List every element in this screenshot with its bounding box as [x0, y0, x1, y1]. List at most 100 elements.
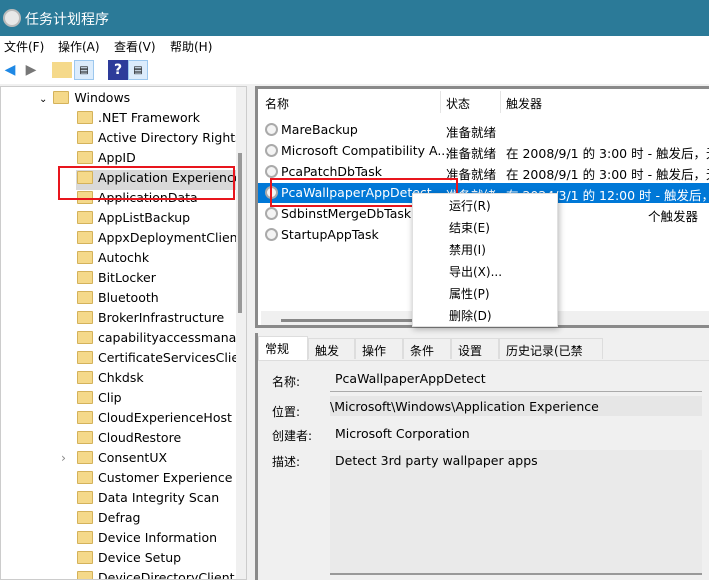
- clock-icon: [3, 9, 21, 27]
- folder-tree: ⌄ Windows .NET Framework Active Directory …: [0, 86, 247, 580]
- tree-item[interactable]: Defrag: [76, 510, 146, 530]
- menu-action[interactable]: 操作(A): [58, 38, 100, 55]
- tree-item[interactable]: AppID: [76, 150, 142, 170]
- tree-item[interactable]: BrokerInfrastructure: [76, 310, 230, 330]
- folder-icon: [77, 311, 93, 324]
- task-row[interactable]: PcaPatchDbTask 准备就绪在 2008/9/1 的 3:00 时 - …: [258, 162, 709, 182]
- tree-item[interactable]: AppListBackup: [76, 210, 196, 230]
- column-header-status[interactable]: 状态: [446, 95, 470, 112]
- folder-icon: [77, 171, 93, 184]
- tree-item-label: CertificateServicesClien: [98, 350, 247, 365]
- forward-arrow-icon[interactable]: ▶: [21, 60, 41, 80]
- tree-item-label: ConsentUX: [98, 450, 168, 465]
- tree-item[interactable]: CloudExperienceHost: [76, 410, 238, 430]
- tree-item[interactable]: capabilityaccessmanag: [76, 330, 246, 350]
- show-hide-tree-icon[interactable]: ▤: [74, 60, 94, 80]
- menu-item-end[interactable]: 结束(E): [449, 219, 490, 236]
- task-status: 准备就绪: [446, 125, 497, 140]
- tree-item[interactable]: Clip: [76, 390, 128, 410]
- clock-icon: [265, 207, 278, 220]
- chevron-down-icon[interactable]: ⌄: [39, 94, 47, 105]
- description-field[interactable]: Detect 3rd party wallpaper apps: [330, 450, 702, 575]
- task-row[interactable]: Microsoft Compatibility A... 准备就绪在 2008/9…: [258, 141, 709, 161]
- tree-item[interactable]: BitLocker: [76, 270, 162, 290]
- name-label: 名称:: [272, 375, 301, 389]
- menu-item-properties[interactable]: 属性(P): [449, 285, 490, 302]
- tab-history[interactable]: 历史记录(已禁用): [499, 338, 603, 375]
- column-header-trigger[interactable]: 触发器: [506, 95, 542, 112]
- tree-item[interactable]: Data Integrity Scan: [76, 490, 225, 510]
- tree-item[interactable]: Chkdsk: [76, 370, 150, 390]
- task-name: Microsoft Compatibility A...: [281, 143, 450, 158]
- tree-item-label: AppxDeploymentClient: [98, 230, 243, 245]
- scrollbar-thumb[interactable]: [281, 319, 421, 322]
- column-header-name[interactable]: 名称: [265, 95, 289, 112]
- clock-icon: [265, 123, 278, 136]
- tab-general[interactable]: 常规: [258, 336, 308, 360]
- tree-item-label: Chkdsk: [98, 370, 144, 385]
- tree-item[interactable]: CertificateServicesClien: [76, 350, 247, 370]
- up-folder-icon[interactable]: [52, 62, 72, 78]
- menu-help[interactable]: 帮助(H): [170, 38, 212, 55]
- tree-item-windows[interactable]: ⌄ Windows: [39, 90, 130, 110]
- tree-item-label: Data Integrity Scan: [98, 490, 220, 505]
- tree-item[interactable]: .NET Framework: [76, 110, 206, 130]
- chevron-right-icon[interactable]: ›: [61, 450, 66, 465]
- window-title: 任务计划程序: [25, 12, 109, 28]
- tree-item[interactable]: Active Directory Rights: [76, 130, 246, 150]
- folder-icon: [77, 211, 93, 224]
- task-trigger: 在 2008/9/1 的 3:00 时 - 触发后，无限: [506, 167, 709, 182]
- show-hide-action-pane-icon[interactable]: ▤: [128, 60, 148, 80]
- menu-item-run[interactable]: 运行(R): [449, 197, 491, 214]
- author-label: 创建者:: [272, 429, 313, 443]
- name-field[interactable]: PcaWallpaperAppDetect: [330, 368, 702, 392]
- folder-icon: [77, 111, 93, 124]
- help-icon[interactable]: ?: [108, 60, 128, 80]
- tree-item[interactable]: Device Setup: [76, 550, 187, 570]
- folder-icon: [77, 391, 93, 404]
- context-menu: 运行(R) 结束(E) 禁用(I) 导出(X)... 属性(P) 删除(D): [412, 193, 558, 327]
- tree-item-label: Bluetooth: [98, 290, 159, 305]
- folder-icon: [77, 491, 93, 504]
- tree-item[interactable]: Device Information: [76, 530, 223, 550]
- menu-view[interactable]: 查看(V): [114, 38, 156, 55]
- tree-scrollbar-thumb[interactable]: [238, 153, 242, 313]
- pane-splitter[interactable]: [247, 86, 255, 580]
- back-arrow-icon[interactable]: ◀: [0, 60, 20, 80]
- title-bar: 任务计划程序: [0, 0, 709, 36]
- tree-item[interactable]: DeviceDirectoryClient: [76, 570, 241, 579]
- menu-item-disable[interactable]: 禁用(I): [449, 241, 486, 258]
- tree-item[interactable]: › ConsentUX: [61, 450, 173, 470]
- folder-icon: [77, 411, 93, 424]
- tab-conditions[interactable]: 条件: [403, 338, 451, 359]
- menu-file[interactable]: 文件(F): [4, 38, 44, 55]
- clock-icon: [265, 186, 278, 199]
- tree-item[interactable]: AppxDeploymentClient: [76, 230, 246, 250]
- tab-triggers[interactable]: 触发器: [308, 338, 355, 375]
- tree-item[interactable]: Bluetooth: [76, 290, 165, 310]
- description-label: 描述:: [272, 455, 301, 469]
- folder-icon: [77, 231, 93, 244]
- tree-item-label: AppListBackup: [98, 210, 191, 225]
- task-row[interactable]: MareBackup 准备就绪: [258, 120, 709, 140]
- folder-icon: [77, 451, 93, 464]
- tree-item-label: Active Directory Rights: [98, 130, 242, 145]
- tree-item[interactable]: ApplicationData: [76, 190, 204, 210]
- tree-item[interactable]: Autochk: [76, 250, 155, 270]
- clock-icon: [265, 228, 278, 241]
- tree-item[interactable]: Application Experience: [76, 170, 246, 190]
- tab-actions[interactable]: 操作: [355, 338, 403, 359]
- tab-settings[interactable]: 设置: [451, 338, 499, 359]
- folder-icon: [77, 531, 93, 544]
- menu-item-delete[interactable]: 删除(D): [449, 307, 492, 324]
- menu-bar: 文件(F) 操作(A) 查看(V) 帮助(H): [0, 36, 709, 56]
- task-trigger: 个触发器: [648, 209, 699, 224]
- task-name: StartupAppTask: [281, 227, 379, 242]
- folder-icon: [77, 271, 93, 284]
- tree-item[interactable]: Customer Experience In: [76, 470, 246, 490]
- folder-icon: [53, 91, 70, 104]
- menu-item-export[interactable]: 导出(X)...: [449, 263, 502, 280]
- tree-item[interactable]: CloudRestore: [76, 430, 187, 450]
- clock-icon: [265, 144, 278, 157]
- task-trigger: 在 2008/9/1 的 3:00 时 - 触发后，无限: [506, 146, 709, 161]
